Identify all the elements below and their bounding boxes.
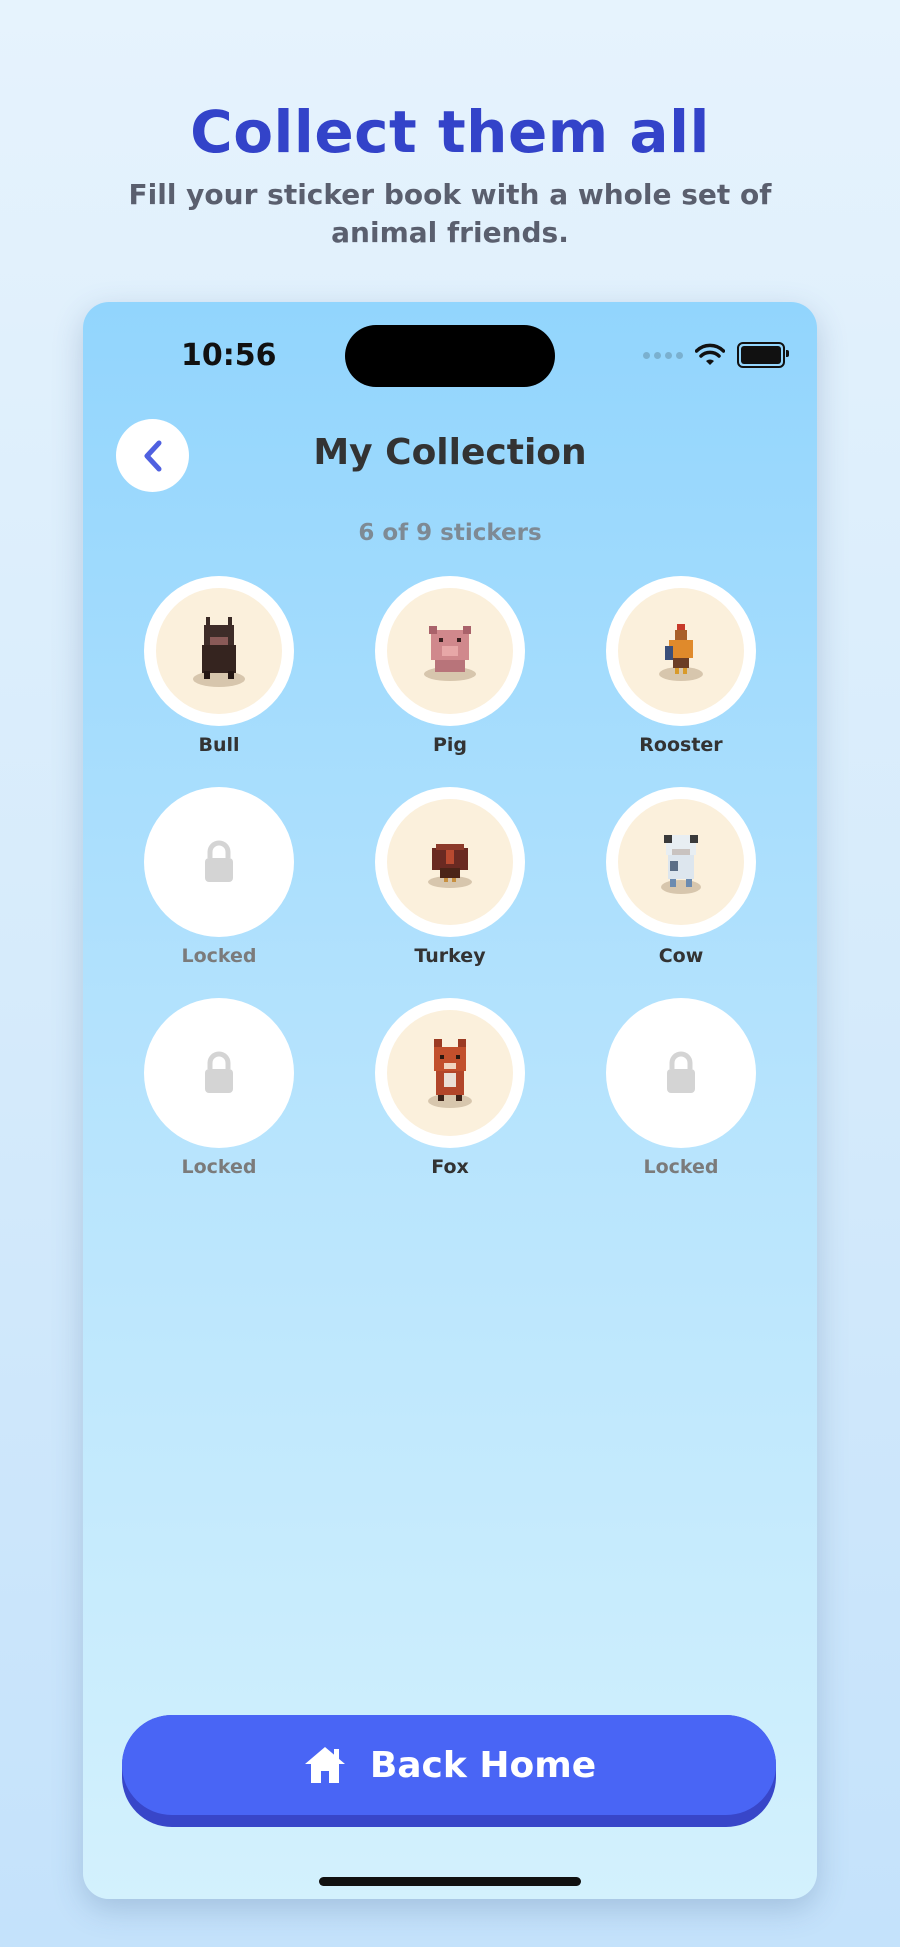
back-home-button[interactable]: Back Home — [122, 1715, 776, 1815]
sticker-label: Turkey — [414, 945, 486, 967]
promo-subheadline: Fill your sticker book with a whole set … — [128, 178, 772, 249]
sticker-label: Fox — [431, 1156, 469, 1178]
sticker-label: Locked — [181, 1156, 257, 1178]
status-icons — [643, 340, 789, 370]
phone-screen: 10:56 My Collection 6 of 9 stickers Bull… — [83, 302, 817, 1899]
sticker-circle — [375, 787, 525, 937]
sticker-circle — [144, 998, 294, 1148]
wifi-icon — [695, 343, 725, 365]
sticker-circle — [144, 787, 294, 937]
signal-dots-icon — [643, 351, 683, 359]
sticker-circle — [606, 787, 756, 937]
sticker-locked: Locked — [144, 787, 294, 967]
sticker-rooster[interactable]: Rooster — [606, 576, 756, 756]
home-indicator — [319, 1877, 581, 1886]
battery-icon — [737, 342, 789, 368]
lock-icon — [205, 840, 233, 882]
bull-icon — [193, 617, 245, 687]
fox-icon — [428, 1039, 472, 1108]
sticker-bull[interactable]: Bull — [144, 576, 294, 756]
screen-title: My Collection — [313, 432, 587, 473]
cow-icon — [661, 835, 701, 894]
sticker-label: Pig — [432, 734, 468, 756]
sticker-count: 6 of 9 stickers — [358, 520, 542, 546]
sticker-locked: Locked — [144, 998, 294, 1178]
sticker-turkey[interactable]: Turkey — [375, 787, 525, 967]
sticker-label: Cow — [658, 945, 704, 967]
sticker-pig[interactable]: Pig — [375, 576, 525, 756]
pig-icon — [424, 626, 476, 681]
lock-icon — [667, 1051, 695, 1093]
promo-headline: Collect them all — [190, 98, 710, 166]
sticker-label: Rooster — [639, 734, 723, 756]
sticker-fox[interactable]: Fox — [375, 998, 525, 1178]
sticker-locked: Locked — [606, 998, 756, 1178]
sticker-circle — [144, 576, 294, 726]
rooster-icon — [659, 624, 703, 681]
sticker-label: Locked — [643, 1156, 719, 1178]
house-icon — [304, 1747, 345, 1783]
sticker-label: Bull — [198, 734, 240, 756]
lock-icon — [205, 1051, 233, 1093]
back-home-label: Back Home — [369, 1744, 597, 1786]
turkey-icon — [428, 844, 472, 888]
status-time: 10:56 — [181, 338, 277, 373]
sticker-cow[interactable]: Cow — [606, 787, 756, 967]
dynamic-island — [345, 325, 555, 387]
sticker-circle — [375, 998, 525, 1148]
sticker-circle — [606, 998, 756, 1148]
sticker-label: Locked — [181, 945, 257, 967]
sticker-circle — [375, 576, 525, 726]
sticker-circle — [606, 576, 756, 726]
